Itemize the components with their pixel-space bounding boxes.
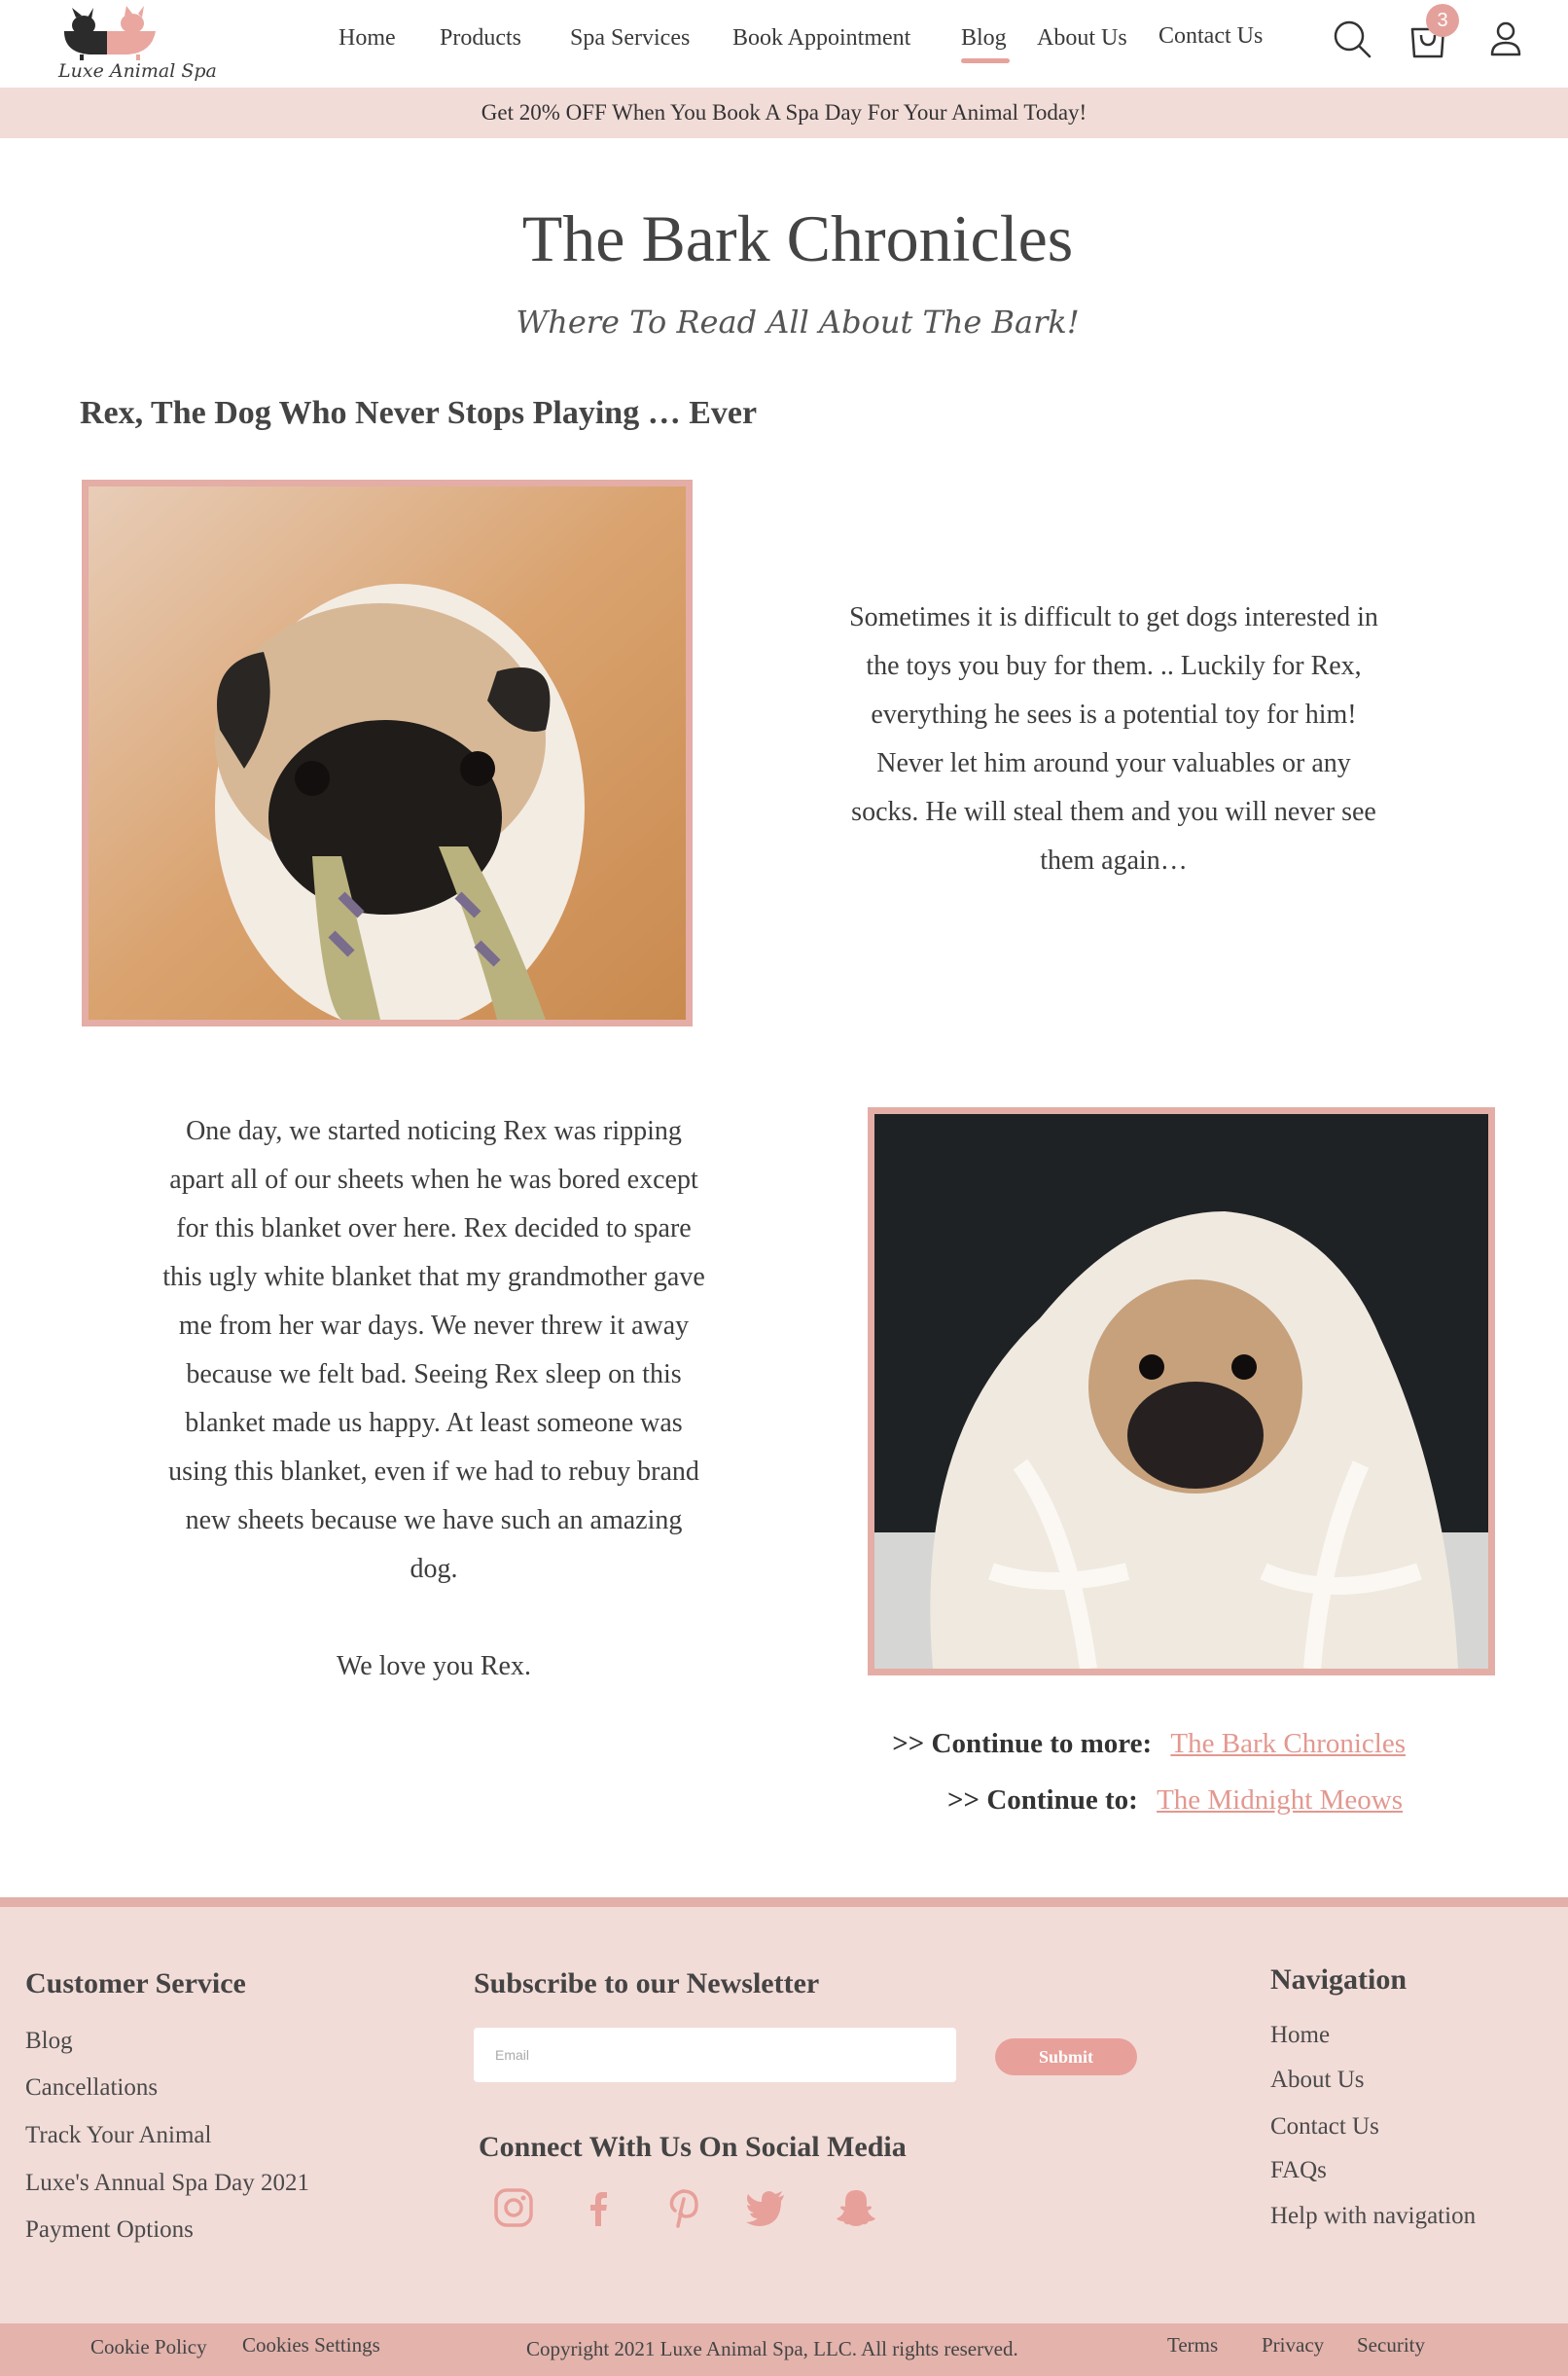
cart-count-badge: 3 <box>1426 4 1459 37</box>
pinterest-icon[interactable] <box>661 2185 706 2230</box>
terms-link[interactable]: Terms <box>1167 2333 1218 2358</box>
facebook-icon[interactable] <box>576 2185 621 2230</box>
nav-contact-us[interactable]: Contact Us <box>1158 23 1263 50</box>
security-link[interactable]: Security <box>1357 2333 1425 2358</box>
user-icon[interactable] <box>1484 18 1527 60</box>
social-heading: Connect With Us On Social Media <box>479 2131 907 2163</box>
continue-to-row: >> Continue to: The Midnight Meows <box>947 1784 1403 1817</box>
footer-nav-home[interactable]: Home <box>1270 2022 1330 2049</box>
blog-title: The Bark Chronicles <box>521 201 1074 275</box>
footer-link-annual-spa-day[interactable]: Luxe's Annual Spa Day 2021 <box>25 2170 309 2197</box>
post-paragraph-1: Sometimes it is difficult to get dogs in… <box>849 602 1378 876</box>
snapchat-icon[interactable] <box>834 2185 878 2230</box>
continue-more-row: >> Continue to more: The Bark Chronicles <box>892 1728 1406 1760</box>
footer-link-cancellations[interactable]: Cancellations <box>25 2074 158 2102</box>
footer-link-payment-options[interactable]: Payment Options <box>25 2216 194 2244</box>
footer-nav-about-us[interactable]: About Us <box>1270 2067 1365 2094</box>
nav-home[interactable]: Home <box>339 25 396 52</box>
pug-with-rope-photo <box>82 480 693 1026</box>
nav-spa-services[interactable]: Spa Services <box>570 25 690 52</box>
continue-more-label: >> Continue to more: <box>892 1728 1153 1759</box>
continue-to-link[interactable]: The Midnight Meows <box>1157 1784 1403 1816</box>
pug-in-blanket-photo <box>868 1107 1495 1675</box>
copyright-text: Copyright 2021 Luxe Animal Spa, LLC. All… <box>526 2337 1018 2360</box>
footer-link-blog[interactable]: Blog <box>25 2028 73 2055</box>
nav-blog[interactable]: Blog <box>961 25 1007 52</box>
customer-service-heading: Customer Service <box>25 1967 246 1999</box>
brand-name: Luxe Animal Spa <box>58 60 217 82</box>
continue-more-link[interactable]: The Bark Chronicles <box>1170 1728 1406 1759</box>
twitter-icon[interactable] <box>743 2185 788 2230</box>
nav-about-us[interactable]: About Us <box>1037 25 1127 52</box>
navigation-heading: Navigation <box>1270 1963 1408 1996</box>
instagram-icon[interactable] <box>491 2185 536 2230</box>
nav-products[interactable]: Products <box>440 25 521 52</box>
post-paragraph-2: One day, we started noticing Rex was rip… <box>162 1116 705 1584</box>
cookie-policy-link[interactable]: Cookie Policy <box>90 2335 207 2359</box>
footer-link-track-your-animal[interactable]: Track Your Animal <box>25 2122 211 2149</box>
newsletter-submit-button[interactable]: Submit <box>995 2038 1137 2075</box>
privacy-link[interactable]: Privacy <box>1262 2333 1324 2358</box>
nav-active-indicator <box>961 58 1010 63</box>
footer-nav-contact-us[interactable]: Contact Us <box>1270 2113 1379 2141</box>
blog-subtitle: Where To Read All About The Bark! <box>516 304 1080 341</box>
nav-book-appointment[interactable]: Book Appointment <box>732 25 910 52</box>
continue-to-label: >> Continue to: <box>947 1784 1138 1816</box>
newsletter-heading: Subscribe to our Newsletter <box>474 1967 820 1999</box>
bathtub-pets-logo-icon <box>64 6 156 60</box>
cookies-settings-link[interactable]: Cookies Settings <box>242 2333 380 2358</box>
search-icon[interactable] <box>1331 18 1373 60</box>
footer-nav-faqs[interactable]: FAQs <box>1270 2157 1327 2184</box>
footer-divider <box>0 1897 1568 1907</box>
post-signoff: We love you Rex. <box>337 1651 531 1681</box>
post-title: Rex, The Dog Who Never Stops Playing … E… <box>80 395 758 431</box>
site-header: Luxe Animal Spa Home Products Spa Servic… <box>0 0 1568 88</box>
newsletter-email-input[interactable] <box>474 2028 956 2082</box>
footer-nav-help[interactable]: Help with navigation <box>1270 2203 1476 2230</box>
promo-banner[interactable]: Get 20% OFF When You Book A Spa Day For … <box>0 88 1568 138</box>
